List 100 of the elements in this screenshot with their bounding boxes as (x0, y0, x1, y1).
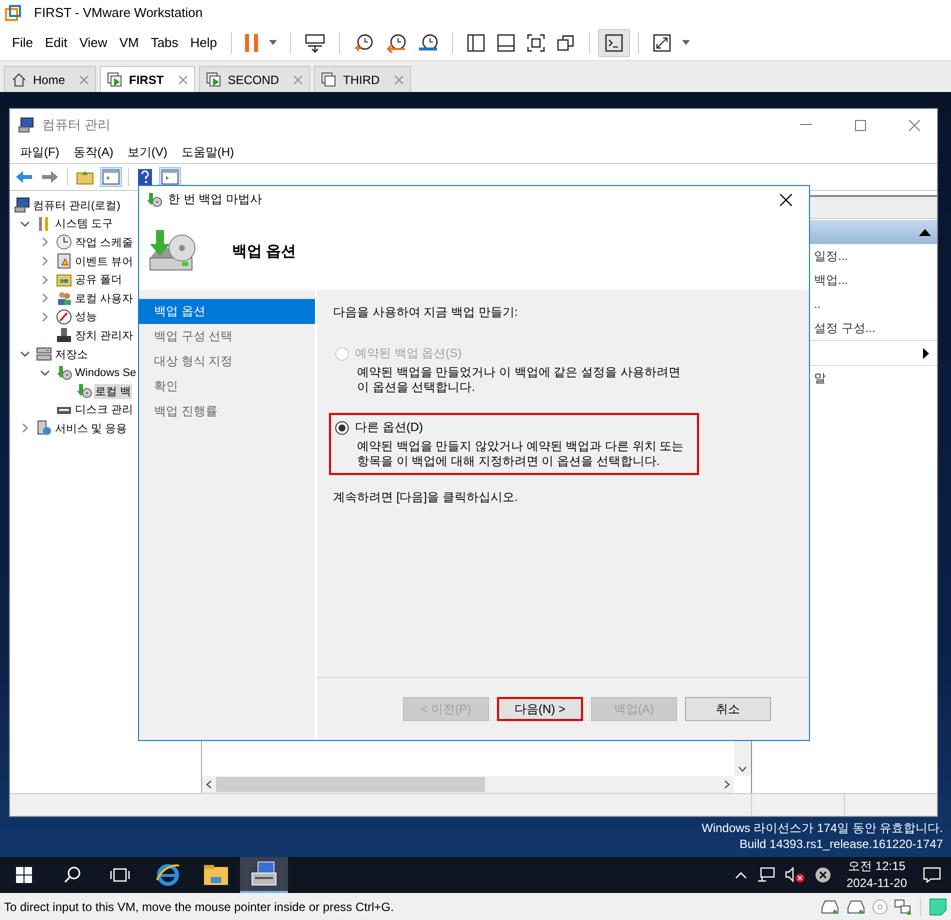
menu-item[interactable]: 보기(V) (121, 144, 174, 160)
collapsed-chevron-icon[interactable] (40, 293, 50, 304)
clock-arrow-icon (385, 32, 408, 52)
console-button[interactable] (598, 28, 630, 56)
menu-item[interactable]: Edit (38, 31, 74, 54)
error-icon[interactable] (814, 867, 830, 883)
tree-item[interactable]: 서비스 및 응용 (54, 420, 128, 436)
caret-icon (269, 40, 278, 45)
wizard-step: 백업 구성 선택 (139, 324, 315, 349)
help-button[interactable] (135, 166, 155, 188)
tree-item[interactable]: 시스템 도구 (54, 216, 114, 232)
horizontal-scrollbar[interactable] (202, 776, 734, 793)
log-icon (56, 253, 72, 270)
action-link[interactable]: .. (814, 297, 821, 311)
wizard-step: 백업 진행률 (139, 399, 315, 424)
collapsed-chevron-icon[interactable] (20, 423, 30, 434)
menu-item[interactable]: 동작(A) (67, 144, 120, 160)
radio-selected-icon[interactable] (335, 420, 349, 434)
sidebar-icon (466, 32, 486, 52)
backup-icon (56, 364, 72, 381)
folder-up-icon (76, 169, 94, 185)
tree-item[interactable]: 저장소 (54, 346, 89, 362)
expanded-chevron-icon[interactable] (40, 368, 50, 378)
collapsed-chevron-icon[interactable] (40, 256, 50, 266)
tree-item[interactable]: 컴퓨터 관리(로컬) (32, 198, 122, 213)
notification-icon[interactable] (923, 867, 941, 883)
keyboard-icon (304, 32, 326, 52)
menu-item[interactable]: View (73, 31, 114, 54)
scroll-down-icon (738, 766, 747, 772)
menu-item[interactable]: Tabs (144, 31, 184, 54)
expanded-chevron-icon[interactable] (20, 349, 30, 360)
vm-tab[interactable]: Home (4, 66, 96, 92)
fullscreen-icon (526, 32, 546, 52)
action-link[interactable]: 설정 구성... (814, 320, 876, 336)
dialog-button[interactable]: 다음(N) > (497, 697, 583, 721)
backup-icon (76, 383, 92, 400)
page-heading: 백업 옵션 (232, 242, 296, 261)
vm-tab[interactable]: THIRD (314, 66, 411, 92)
app-logo-icon (5, 4, 21, 20)
tree-item[interactable]: 이벤트 뷰어 (74, 254, 134, 269)
users-icon (56, 290, 72, 306)
pane-left-icon (102, 169, 120, 185)
expanded-chevron-icon[interactable] (20, 218, 30, 229)
scroll-left-icon (206, 780, 212, 789)
hint-text: 계속하려면 [다음]을 클릭하십시오. (333, 489, 519, 506)
tree-item[interactable]: Windows Se (74, 366, 138, 379)
collapsed-chevron-icon[interactable] (40, 274, 50, 285)
close-icon[interactable] (178, 74, 188, 84)
tree-item[interactable]: 작업 스케줄 (74, 234, 134, 250)
pause-icon (245, 32, 260, 52)
note-icon[interactable] (929, 898, 947, 916)
license-notice: Windows 라이선스가 174일 동안 유효합니다. (702, 820, 943, 836)
action-pane-toggle[interactable] (159, 167, 181, 187)
wizard-step: 대상 형식 지정 (139, 349, 315, 374)
action-link[interactable]: 일정... (814, 248, 848, 264)
network-adapter-icon[interactable] (894, 898, 912, 914)
console-tree-toggle[interactable] (100, 167, 122, 187)
computer-icon (14, 197, 30, 214)
vm-tab[interactable]: FIRST (100, 66, 195, 92)
minimize-icon (800, 124, 812, 126)
action-link[interactable]: 말 (814, 370, 826, 386)
speaker-muted-icon[interactable] (784, 867, 804, 883)
forward-arrow-icon (41, 169, 59, 185)
server-manager-icon (250, 861, 278, 887)
caret-icon (682, 40, 690, 45)
tree-item[interactable]: 디스크 관리 (74, 402, 134, 418)
maximize-icon (854, 120, 866, 130)
menu-item[interactable]: File (6, 31, 39, 54)
network-icon[interactable] (756, 867, 774, 883)
task-view-icon (110, 867, 130, 883)
dialog-title: 한 번 백업 마법사 (168, 191, 262, 208)
tree-item[interactable]: 공유 폴더 (74, 272, 124, 288)
taskbar-app[interactable] (240, 857, 288, 893)
menu-item[interactable]: 도움말(H) (175, 144, 240, 160)
collapse-icon[interactable] (919, 228, 931, 236)
action-link[interactable]: 백업... (814, 272, 848, 288)
wizard-step: 확인 (139, 374, 315, 399)
panel-icon (496, 32, 516, 52)
clock-plus-icon (353, 32, 376, 52)
collapsed-chevron-icon[interactable] (40, 312, 50, 322)
menu-item[interactable]: Help (184, 31, 224, 54)
vm-running-icon (206, 72, 222, 88)
tree-item[interactable]: 장치 관리자 (74, 328, 134, 343)
scroll-right-icon (724, 780, 730, 789)
close-icon (908, 120, 920, 130)
dialog-button[interactable]: 취소 (685, 697, 771, 721)
tree-item[interactable]: 로컬 백 (94, 384, 132, 399)
wizard-step: 백업 옵션 (139, 299, 315, 324)
windows-icon (556, 32, 576, 52)
tree-item[interactable]: 성능 (74, 309, 98, 324)
window-title: 컴퓨터 관리 (42, 116, 111, 134)
tree-item[interactable]: 로컬 사용자 (74, 290, 134, 306)
window-title: FIRST - VMware Workstation (34, 5, 203, 20)
clock[interactable]: 오전 12:15 2024-11-20 (840, 858, 913, 892)
vm-tab[interactable]: SECOND (198, 66, 310, 92)
collapsed-chevron-icon[interactable] (40, 237, 50, 248)
chevron-up-icon[interactable] (734, 871, 746, 879)
menu-item[interactable]: 파일(F) (14, 144, 66, 160)
radio-label[interactable]: 다른 옵션(D) (355, 419, 423, 436)
menu-item[interactable]: VM (113, 31, 145, 54)
